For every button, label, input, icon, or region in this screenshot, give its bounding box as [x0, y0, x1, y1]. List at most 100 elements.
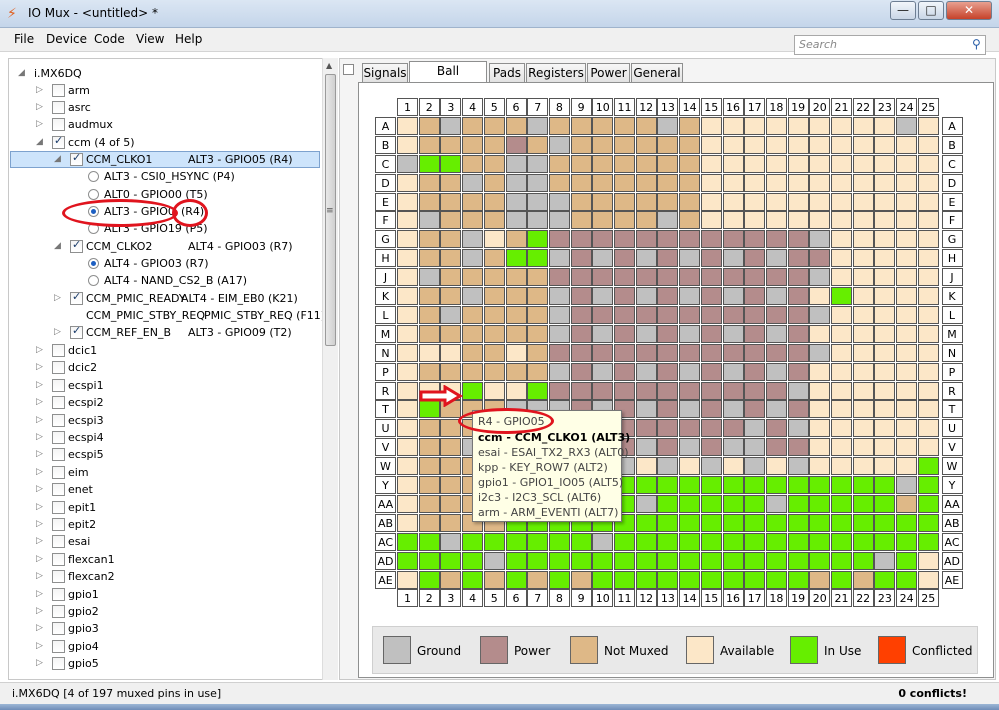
ball-cell[interactable]: [896, 154, 918, 173]
ball-cell[interactable]: [679, 513, 701, 532]
ball-cell[interactable]: [635, 551, 657, 570]
ball-cell[interactable]: [397, 343, 418, 362]
ball-cell[interactable]: [744, 362, 766, 381]
ball-cell[interactable]: [874, 211, 896, 230]
ball-cell[interactable]: [614, 135, 635, 154]
ball-cell[interactable]: [700, 135, 722, 154]
ball-cell[interactable]: [505, 230, 527, 249]
ball-cell[interactable]: [874, 570, 896, 589]
ball-cell[interactable]: [809, 324, 831, 343]
ball-cell[interactable]: [917, 551, 939, 570]
ball-cell[interactable]: [787, 154, 809, 173]
ball-cell[interactable]: [809, 570, 831, 589]
ball-cell[interactable]: [874, 173, 896, 192]
ball-cell[interactable]: [700, 249, 722, 268]
ball-cell[interactable]: [397, 381, 418, 400]
ball-cell[interactable]: [527, 287, 549, 305]
tree-checkbox[interactable]: [70, 324, 83, 339]
ball-cell[interactable]: [852, 343, 874, 362]
ball-cell[interactable]: [787, 324, 809, 343]
ball-cell[interactable]: [679, 457, 701, 476]
ball-cell[interactable]: [722, 362, 744, 381]
ball-cell[interactable]: [657, 230, 679, 249]
search-icon[interactable]: ⚲: [972, 37, 981, 51]
ball-cell[interactable]: [635, 494, 657, 513]
ball-cell[interactable]: [787, 287, 809, 305]
tree-item-ccm-clko1[interactable]: CCM_CLKO1: [86, 151, 152, 168]
ball-cell[interactable]: [570, 135, 592, 154]
expander-icon[interactable]: ▷: [36, 342, 43, 359]
tree-checkbox[interactable]: [52, 361, 65, 375]
tree-item-module[interactable]: dcic1: [68, 342, 97, 359]
ball-cell[interactable]: [896, 438, 918, 457]
ball-cell[interactable]: [809, 381, 831, 400]
ball-cell[interactable]: [917, 381, 939, 400]
ball-cell[interactable]: [614, 268, 635, 287]
option-radio[interactable]: [88, 189, 99, 200]
ball-cell[interactable]: [657, 173, 679, 192]
scroll-up-arrow[interactable]: ▲: [326, 61, 332, 70]
ball-cell[interactable]: [852, 116, 874, 135]
tree-item-module[interactable]: flexcan1: [68, 551, 115, 568]
tree-item-module[interactable]: eim: [68, 464, 89, 481]
collapse-panel-button[interactable]: [343, 64, 354, 75]
ball-cell[interactable]: [787, 532, 809, 551]
ball-cell[interactable]: [679, 551, 701, 570]
ball-cell[interactable]: [418, 192, 440, 211]
ball-cell[interactable]: [809, 305, 831, 324]
tree-item-ref-en-b[interactable]: CCM_REF_EN_B: [86, 324, 171, 341]
ball-cell[interactable]: [896, 381, 918, 400]
ball-cell[interactable]: [852, 230, 874, 249]
ball-cell[interactable]: [505, 192, 527, 211]
ball-cell[interactable]: [657, 192, 679, 211]
tree-item-arm[interactable]: arm: [68, 82, 90, 99]
ball-cell[interactable]: [700, 116, 722, 135]
tree-item-module[interactable]: epit1: [68, 499, 96, 516]
expander-icon[interactable]: ▷: [36, 516, 43, 533]
ball-cell[interactable]: [614, 381, 635, 400]
ball-cell[interactable]: [874, 268, 896, 287]
tree-checkbox[interactable]: [52, 570, 65, 584]
tree-item-module[interactable]: flexcan2: [68, 568, 115, 585]
ball-cell[interactable]: [592, 211, 614, 230]
ball-cell[interactable]: [462, 532, 484, 551]
tree-item-pmic-ready[interactable]: CCM_PMIC_READY: [86, 290, 186, 307]
ball-cell[interactable]: [679, 116, 701, 135]
ball-cell[interactable]: [440, 513, 462, 532]
ball-cell[interactable]: [397, 324, 418, 343]
ball-cell[interactable]: [917, 438, 939, 457]
ball-cell[interactable]: [483, 249, 505, 268]
ball-cell[interactable]: [831, 476, 852, 494]
ball-cell[interactable]: [679, 211, 701, 230]
tree-checkbox[interactable]: [52, 118, 65, 131]
ball-cell[interactable]: [397, 438, 418, 457]
ball-cell[interactable]: [831, 381, 852, 400]
ball-cell[interactable]: [700, 494, 722, 513]
tree-checkbox[interactable]: [52, 378, 65, 392]
ball-cell[interactable]: [397, 494, 418, 513]
ball-cell[interactable]: [917, 249, 939, 268]
ball-cell[interactable]: [527, 249, 549, 268]
tree-checkbox[interactable]: [52, 657, 65, 671]
ball-cell[interactable]: [657, 457, 679, 476]
ball-cell[interactable]: [440, 305, 462, 324]
ball-cell[interactable]: [527, 362, 549, 381]
minimize-button[interactable]: —: [890, 1, 916, 20]
ball-cell[interactable]: [809, 494, 831, 513]
ball-cell[interactable]: [896, 305, 918, 324]
ball-cell[interactable]: [397, 457, 418, 476]
ball-cell[interactable]: [635, 287, 657, 305]
ball-cell[interactable]: [722, 173, 744, 192]
ball-cell[interactable]: [397, 570, 418, 589]
ball-cell[interactable]: [787, 551, 809, 570]
ball-cell[interactable]: [592, 135, 614, 154]
ball-cell[interactable]: [548, 249, 570, 268]
ball-cell[interactable]: [614, 154, 635, 173]
ball-cell[interactable]: [722, 305, 744, 324]
ball-cell[interactable]: [657, 532, 679, 551]
ball-cell[interactable]: [570, 570, 592, 589]
expander-icon[interactable]: ▷: [36, 603, 43, 620]
ball-cell[interactable]: [896, 135, 918, 154]
ball-cell[interactable]: [418, 438, 440, 457]
ball-cell[interactable]: [440, 154, 462, 173]
